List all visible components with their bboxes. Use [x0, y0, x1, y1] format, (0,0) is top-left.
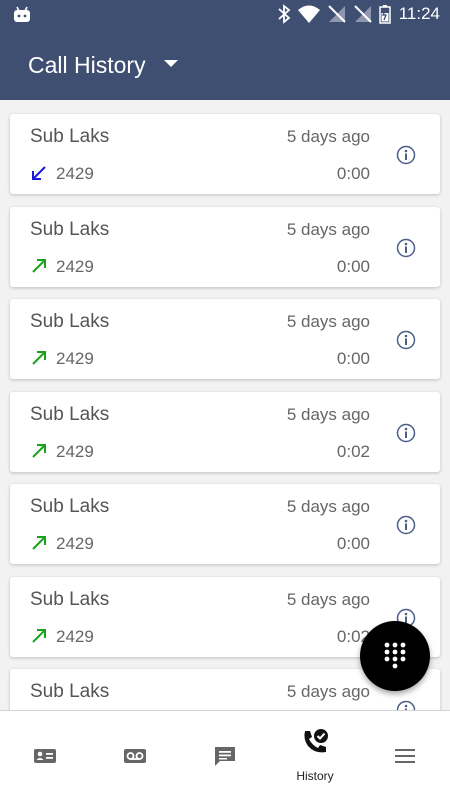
chat-icon	[215, 747, 235, 766]
call-time: 5 days ago	[286, 404, 370, 424]
wifi-icon	[297, 5, 320, 23]
outgoing-call-icon	[32, 258, 46, 273]
call-time: 5 days ago	[286, 682, 370, 701]
extension-number: 2429	[56, 534, 94, 553]
caller-name: Sub Laks	[30, 126, 110, 147]
battery-icon	[378, 5, 391, 24]
call-history-item[interactable]: Sub Laks 5 days ago 2429 0:00	[10, 114, 440, 194]
call-time: 5 days ago	[286, 127, 370, 146]
call-time: 5 days ago	[286, 219, 370, 239]
call-duration: 0:00	[336, 164, 370, 183]
caller-name: Sub Laks	[30, 681, 110, 702]
extension-number: 2429	[56, 441, 94, 461]
info-icon[interactable]	[396, 145, 416, 165]
call-history-item[interactable]: Sub Laks 5 days ago 2429 0:02	[10, 391, 440, 472]
voicemail-icon	[124, 749, 146, 763]
call-time: 5 days ago	[286, 497, 370, 516]
signal-off-icon-2	[354, 5, 372, 23]
status-bar: 11:24	[0, 0, 450, 30]
page-title[interactable]: Call History	[28, 52, 146, 79]
signal-off-icon	[328, 5, 346, 23]
info-icon[interactable]	[396, 238, 416, 258]
nav-messages[interactable]	[180, 711, 270, 800]
call-time: 5 days ago	[286, 312, 370, 331]
dropdown-arrow-icon[interactable]	[164, 60, 178, 67]
bluetooth-icon	[278, 4, 291, 24]
outgoing-call-icon	[32, 536, 46, 550]
caller-name: Sub Laks	[30, 218, 110, 240]
call-history-item[interactable]: Sub Laks 5 days ago 2429 0:00	[10, 206, 440, 287]
info-icon[interactable]	[396, 700, 416, 710]
info-icon[interactable]	[396, 423, 416, 443]
call-time: 5 days ago	[286, 589, 370, 609]
caller-name: Sub Laks	[30, 311, 110, 332]
call-duration: 0:00	[336, 534, 370, 553]
extension-number: 2429	[56, 349, 94, 368]
nav-contacts[interactable]	[0, 711, 90, 800]
call-duration: 0:00	[336, 349, 370, 368]
outgoing-call-icon	[32, 351, 46, 365]
call-history-item[interactable]: Sub Laks 5 days ago 2429 0:00	[10, 484, 440, 564]
call-history-icon	[304, 729, 328, 753]
extension-number: 2429	[56, 626, 94, 646]
outgoing-call-icon	[32, 628, 46, 643]
call-duration: 0:00	[336, 256, 370, 276]
app-bar: Call History	[0, 30, 450, 100]
call-history-list[interactable]: Sub Laks 5 days ago 2429 0:00 Sub Laks 5 days…	[0, 100, 450, 710]
call-history-item[interactable]: Sub Laks 5 days ago 2429 0:00	[10, 299, 440, 379]
dialpad-icon	[384, 642, 406, 669]
caller-name: Sub Laks	[30, 496, 110, 517]
outgoing-call-icon	[32, 443, 46, 458]
menu-icon	[395, 749, 415, 763]
nav-history-label: History	[296, 769, 334, 783]
extension-number: 2429	[56, 164, 94, 183]
extension-number: 2429	[56, 256, 94, 276]
caller-name: Sub Laks	[30, 403, 110, 425]
call-duration: 0:02	[336, 441, 370, 461]
nav-voicemail[interactable]	[90, 711, 180, 800]
nav-history[interactable]: History	[270, 711, 360, 800]
bottom-navigation: History	[0, 710, 450, 800]
android-icon	[14, 6, 30, 22]
caller-name: Sub Laks	[30, 588, 110, 610]
dialpad-button[interactable]	[360, 621, 430, 691]
info-icon[interactable]	[396, 330, 416, 350]
incoming-call-icon	[32, 166, 46, 180]
nav-menu[interactable]	[360, 711, 450, 800]
clock: 11:24	[398, 4, 440, 23]
info-icon[interactable]	[396, 515, 416, 535]
contacts-card-icon	[34, 749, 56, 763]
